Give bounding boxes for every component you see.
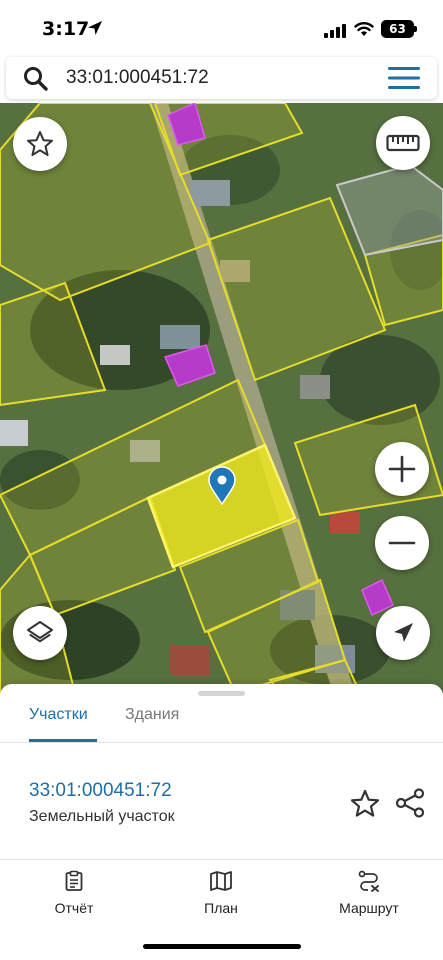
nav-report[interactable]: Отчёт <box>24 870 124 916</box>
map-icon <box>210 871 232 891</box>
roof <box>160 325 200 349</box>
zoom-out-button[interactable] <box>375 516 429 570</box>
minus-icon <box>388 541 416 545</box>
parcel-number-link[interactable]: 33:01:000451:72 <box>29 780 172 802</box>
nav-route-label: Маршрут <box>339 900 399 916</box>
battery-tip <box>414 26 417 32</box>
divider <box>0 859 443 860</box>
status-bar: 3:17 63 <box>0 0 443 56</box>
favorite-map-button[interactable] <box>13 117 67 171</box>
search-bar <box>6 57 437 99</box>
locate-button[interactable] <box>376 606 430 660</box>
search-input[interactable] <box>66 63 366 93</box>
search-icon[interactable] <box>22 65 49 92</box>
location-arrow-icon <box>394 623 413 642</box>
cellular-signal-icon <box>324 24 346 38</box>
status-time: 3:17 <box>42 18 90 40</box>
roof <box>0 420 28 446</box>
nav-plan-label: План <box>204 900 238 916</box>
location-services-icon <box>88 21 102 35</box>
report-icon <box>65 870 83 891</box>
map-view[interactable] <box>0 103 443 693</box>
divider <box>0 742 443 743</box>
share-icon[interactable] <box>394 787 426 819</box>
zoom-in-button[interactable] <box>375 442 429 496</box>
layers-button[interactable] <box>13 606 67 660</box>
layers-icon <box>27 621 53 643</box>
satellite-map[interactable] <box>0 103 443 693</box>
battery-indicator: 63 <box>381 20 414 38</box>
roof <box>170 645 210 675</box>
nav-plan[interactable]: План <box>171 870 271 916</box>
sheet-drag-handle[interactable] <box>198 691 245 696</box>
tab-parcels[interactable]: Участки <box>29 706 88 724</box>
nav-report-label: Отчёт <box>54 900 94 916</box>
wifi-icon <box>354 22 374 36</box>
measure-button[interactable] <box>376 116 430 170</box>
plus-icon <box>388 455 416 483</box>
roof <box>330 512 360 534</box>
ruler-icon <box>386 134 420 152</box>
favorite-star-icon[interactable] <box>349 788 381 820</box>
roof <box>100 345 130 365</box>
battery-level: 63 <box>389 22 406 36</box>
roof <box>300 375 330 399</box>
bottom-sheet: Участки Здания 33:01:000451:72 Земельный… <box>0 684 443 960</box>
tab-buildings[interactable]: Здания <box>125 706 179 724</box>
star-icon <box>27 131 53 156</box>
roof <box>190 180 230 206</box>
hamburger-menu-icon[interactable] <box>388 66 420 90</box>
parcel-type-label: Земельный участок <box>29 808 175 825</box>
nav-route[interactable]: Маршрут <box>319 870 419 916</box>
home-indicator <box>143 944 301 949</box>
route-icon <box>358 870 379 892</box>
